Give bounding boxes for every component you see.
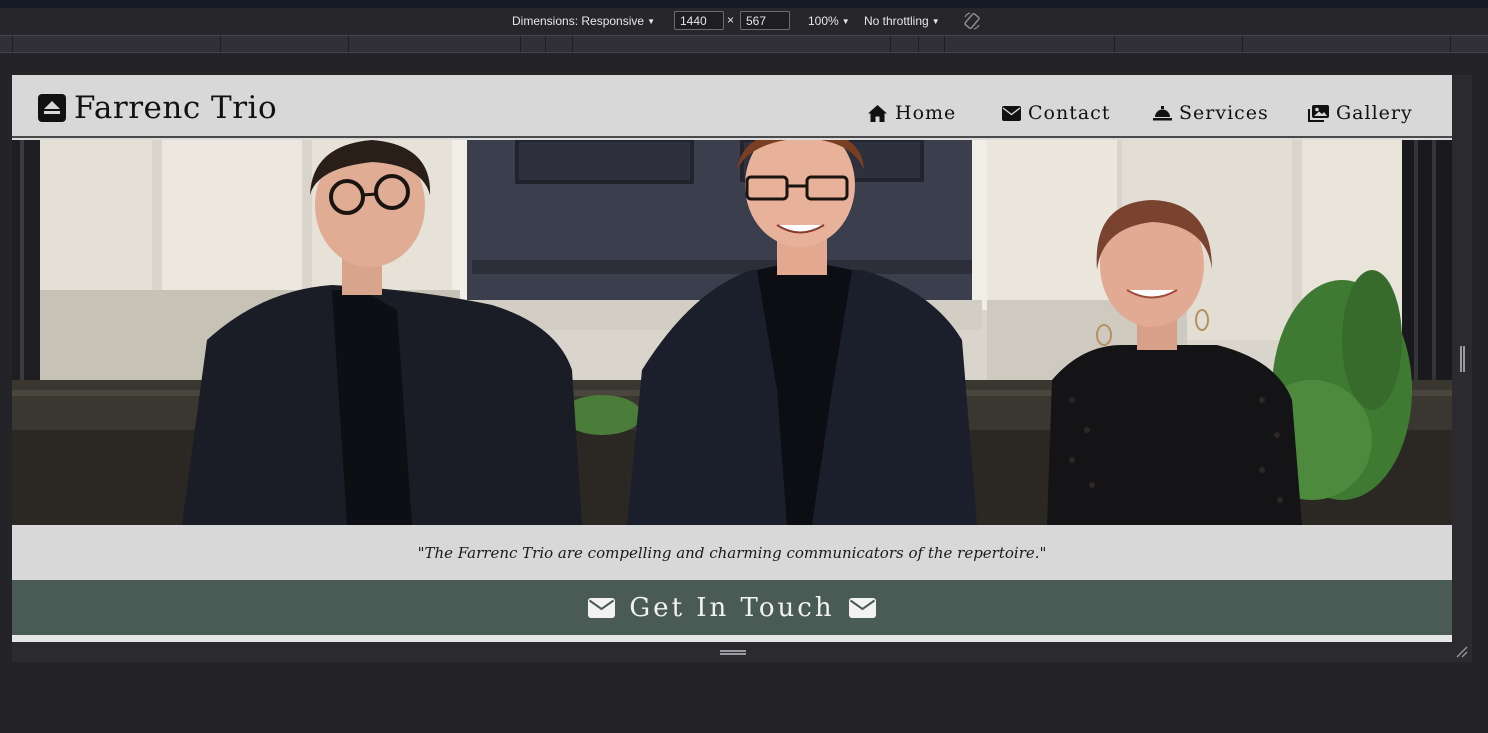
dimensions-label: Dimensions: Responsive xyxy=(512,14,645,28)
testimonial-quote: "The Farrenc Trio are compelling and cha… xyxy=(417,543,1047,562)
zoom-label: 100% xyxy=(808,14,839,28)
nav-contact-label: Contact xyxy=(1028,102,1111,124)
get-in-touch-button[interactable]: Get In Touch xyxy=(12,580,1452,635)
envelope-icon xyxy=(848,597,876,618)
window-top-strip xyxy=(0,0,1488,8)
times-symbol: × xyxy=(727,13,735,27)
images-icon xyxy=(1308,104,1329,122)
media-query-ruler xyxy=(0,35,1488,53)
eject-square-icon xyxy=(38,94,66,122)
throttling-dropdown[interactable]: No throttling ▼ xyxy=(864,14,940,28)
chevron-down-icon: ▼ xyxy=(841,16,850,26)
resize-handle-right[interactable] xyxy=(1460,346,1465,372)
nav-gallery[interactable]: Gallery xyxy=(1308,102,1413,124)
throttling-label: No throttling xyxy=(864,14,929,28)
concierge-bell-icon xyxy=(1153,106,1172,121)
chevron-down-icon: ▼ xyxy=(931,16,940,26)
envelope-icon xyxy=(1002,105,1021,121)
nav-contact[interactable]: Contact xyxy=(1002,102,1110,124)
resize-handle-bottom[interactable] xyxy=(720,650,746,655)
zoom-dropdown[interactable]: 100% ▼ xyxy=(808,14,850,28)
nav-services[interactable]: Services xyxy=(1153,102,1269,124)
height-input[interactable] xyxy=(740,11,790,30)
device-toolbar: Dimensions: Responsive ▼ × 100% ▼ No thr… xyxy=(0,8,1488,35)
page-bottom-edge xyxy=(12,635,1452,642)
hero-image xyxy=(12,140,1452,525)
nav-home-label: Home xyxy=(895,102,957,124)
rotate-icon[interactable] xyxy=(962,11,982,31)
brand-name: Farrenc Trio xyxy=(74,90,278,126)
home-icon xyxy=(868,104,887,122)
nav-services-label: Services xyxy=(1179,102,1269,124)
nav-gallery-label: Gallery xyxy=(1336,102,1413,124)
chevron-down-icon: ▼ xyxy=(647,16,655,26)
get-in-touch-label: Get In Touch xyxy=(629,592,835,623)
width-input[interactable] xyxy=(674,11,724,30)
nav-home[interactable]: Home xyxy=(867,102,956,124)
testimonial-band: "The Farrenc Trio are compelling and cha… xyxy=(12,525,1452,580)
dimensions-dropdown[interactable]: Dimensions: Responsive ▼ xyxy=(512,14,655,28)
resize-handle-corner[interactable] xyxy=(1456,646,1468,658)
trio-photo xyxy=(12,140,1452,525)
envelope-icon xyxy=(588,597,616,618)
website-viewport: Farrenc Trio Home Contact Services Galle… xyxy=(12,75,1452,642)
navbar: Farrenc Trio Home Contact Services Galle… xyxy=(12,75,1452,138)
brand-link[interactable]: Farrenc Trio xyxy=(38,90,277,126)
